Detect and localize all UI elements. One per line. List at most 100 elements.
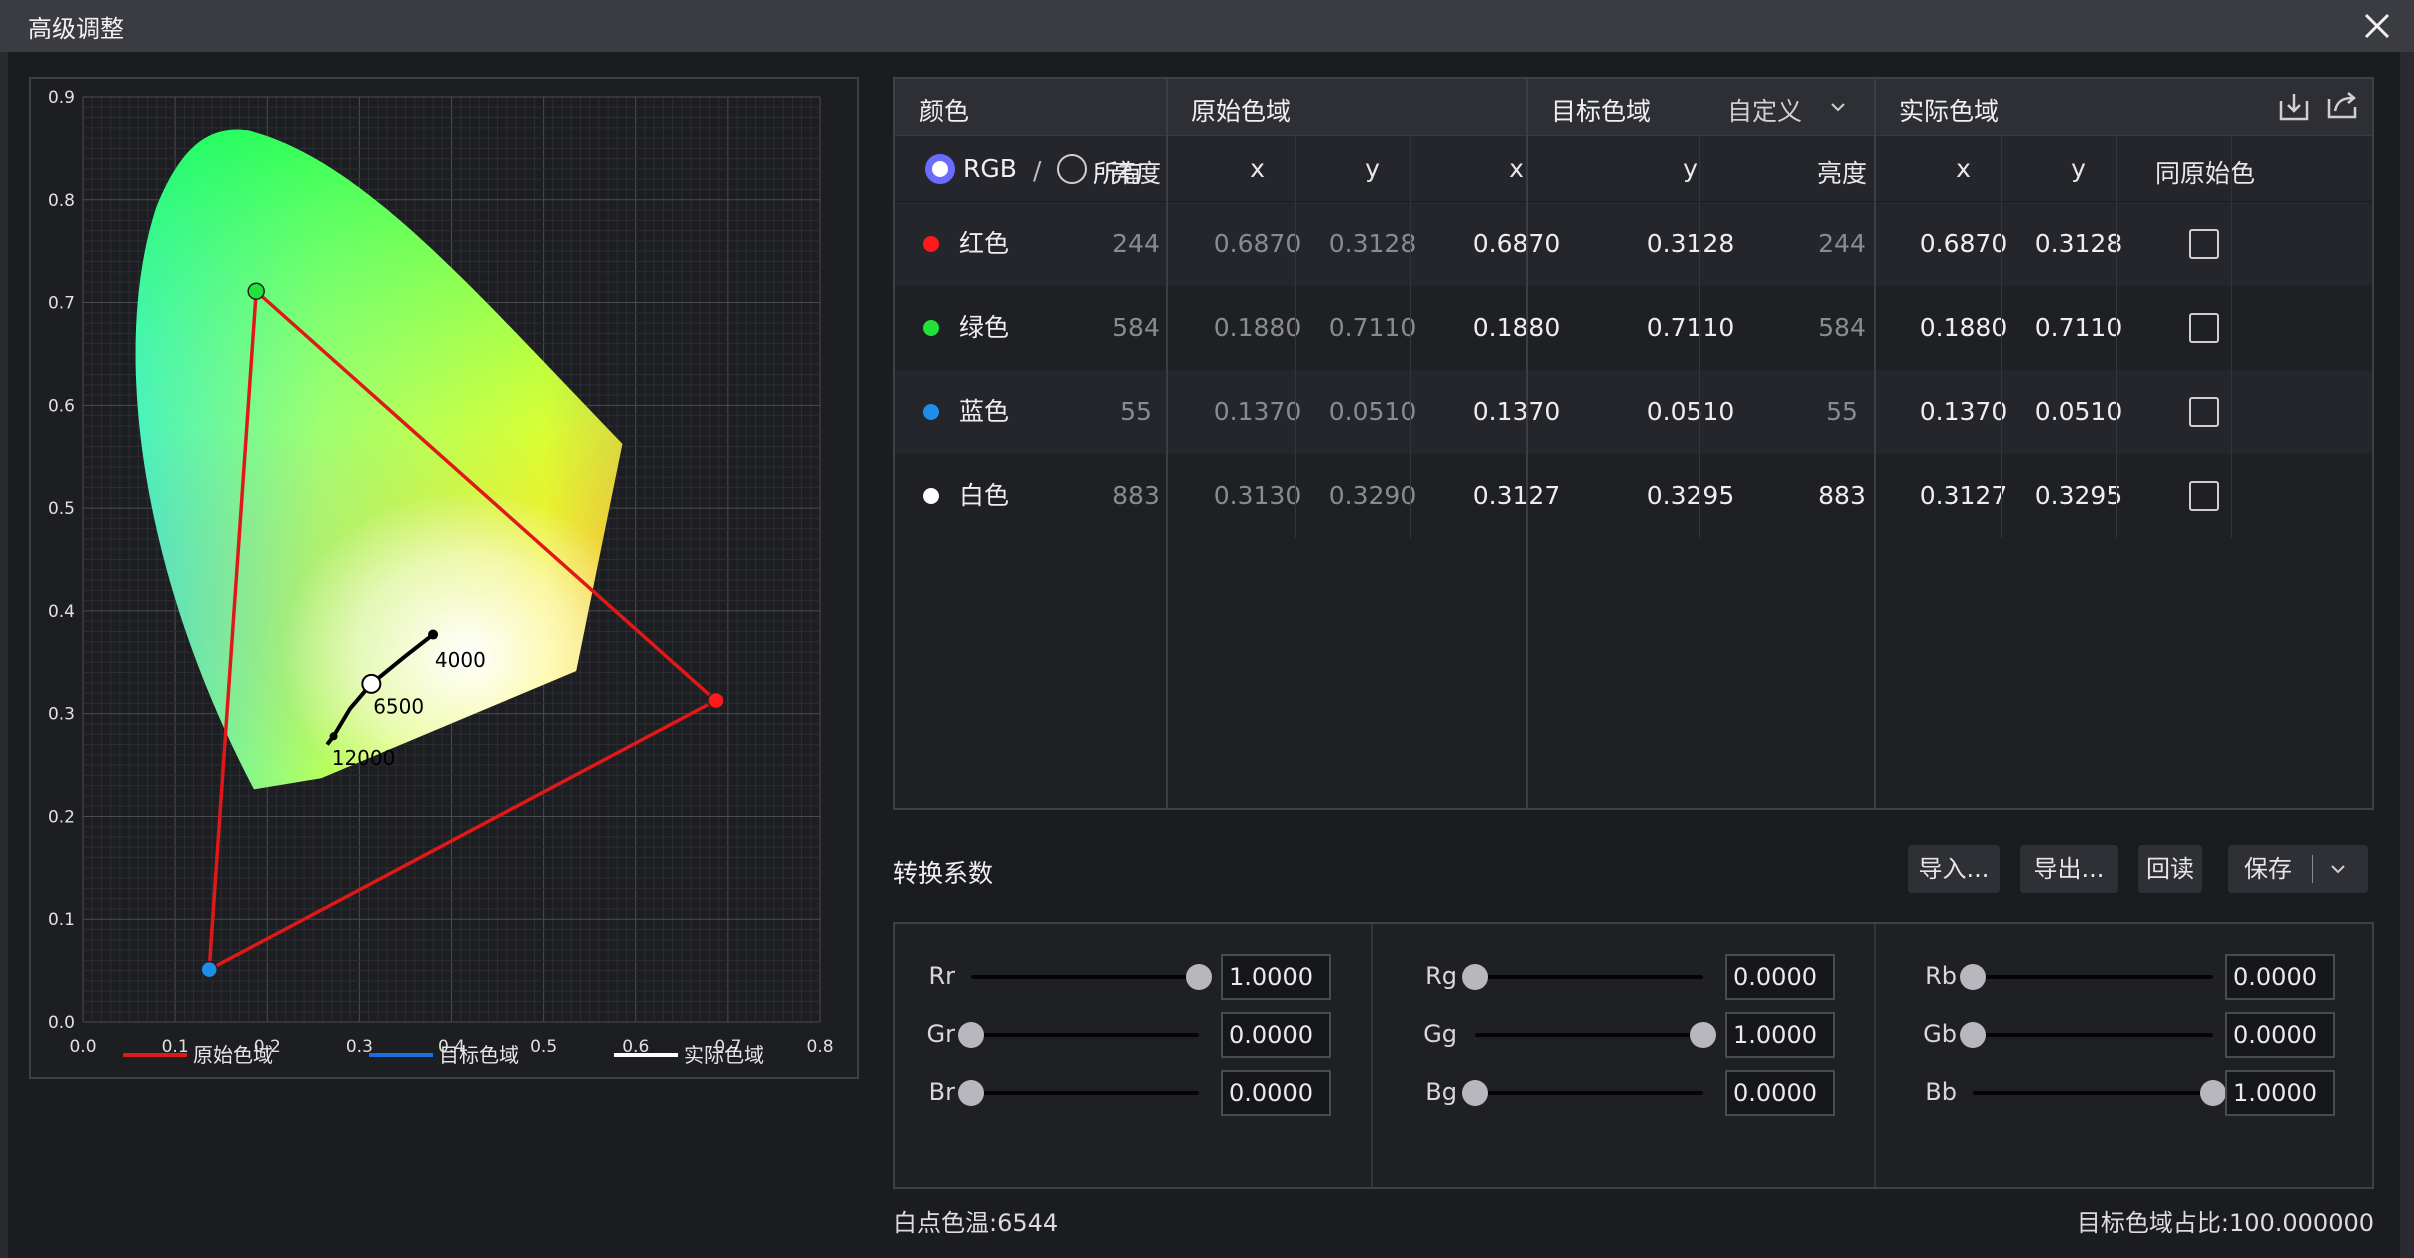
y-tick-label: 0.6	[48, 396, 75, 416]
row-name: 绿色	[959, 313, 1010, 342]
legend-label: 原始色域	[193, 1043, 273, 1067]
coefficient-input-gr[interactable]: 0.0000	[1221, 1012, 1331, 1058]
cell-actual-x: 0.1880	[1919, 313, 2008, 342]
blue-dot-icon	[923, 404, 939, 420]
y-tick-label: 0.9	[48, 88, 75, 108]
cie-diagram-panel: 0.0 0.1 0.2 0.3 0.4 0.5 0.6 0.7 0.8 0.0 0.1 0.2 0.3…	[29, 77, 859, 1079]
slider-handle[interactable]	[1462, 964, 1488, 990]
table-row[interactable]: 蓝色 55 0.1370 0.0510 0.1370 0.0510 55 0.1…	[895, 370, 2372, 454]
coefficient-input-br[interactable]: 0.0000	[1221, 1070, 1331, 1116]
coefficient-input-gb[interactable]: 0.0000	[2225, 1012, 2335, 1058]
column-divider	[1874, 924, 1876, 1187]
import-icon[interactable]	[2277, 91, 2311, 123]
legend-label: 目标色域	[439, 1043, 519, 1067]
cct-label: 12000	[332, 746, 396, 770]
column-divider	[1410, 136, 1411, 538]
slider-handle[interactable]	[1462, 1080, 1488, 1106]
cell-orig-x: 0.1370	[1213, 397, 1302, 426]
coefficient-input-rb[interactable]: 0.0000	[2225, 954, 2335, 1000]
coefficient-input-rg[interactable]: 0.0000	[1725, 954, 1835, 1000]
readback-button[interactable]: 回读	[2138, 845, 2202, 893]
coefficient-input-gg[interactable]: 1.0000	[1725, 1012, 1835, 1058]
coefficient-slider-rg[interactable]	[1475, 975, 1703, 979]
y-axis-ticks: 0.0 0.1 0.2 0.3 0.4 0.5 0.6 0.7 0.8 0.9	[48, 88, 75, 1033]
cell-orig-y: 0.7110	[1328, 313, 1417, 342]
cell-orig-y: 0.3290	[1328, 481, 1417, 510]
cell-target-x[interactable]: 0.3127	[1430, 454, 1603, 538]
chevron-down-icon[interactable]	[2328, 861, 2348, 877]
primary-vertex-marker[interactable]	[707, 691, 725, 710]
slider-handle[interactable]	[1960, 1022, 1986, 1048]
coefficient-label-bg: Bg	[1425, 1078, 1457, 1106]
slider-handle[interactable]	[958, 1080, 984, 1106]
coefficient-slider-gg[interactable]	[1475, 1033, 1703, 1037]
primary-vertex-marker[interactable]	[200, 960, 218, 979]
cell-orig-x: 0.3130	[1213, 481, 1302, 510]
y-tick-label: 0.1	[48, 910, 75, 930]
cct-4000-marker	[428, 629, 439, 640]
table-row[interactable]: 白色 883 0.3130 0.3290 0.3127 0.3295 883 0…	[895, 454, 2372, 538]
cell-actual-y: 0.7110	[2034, 313, 2123, 342]
slider-handle[interactable]	[958, 1022, 984, 1048]
column-divider	[1371, 924, 1373, 1187]
table-row[interactable]: 绿色 584 0.1880 0.7110 0.1880 0.7110 584 0…	[895, 286, 2372, 370]
table-row[interactable]: 红色 244 0.6870 0.3128 0.6870 0.3128 244 0…	[895, 202, 2372, 286]
cell-orig-luminance: 244	[1112, 229, 1160, 258]
cell-target-x[interactable]: 0.1880	[1430, 286, 1603, 370]
cell-actual-luminance: 883	[1818, 481, 1866, 510]
slider-handle[interactable]	[1690, 1022, 1716, 1048]
coefficient-slider-br[interactable]	[971, 1091, 1199, 1095]
coefficient-label-gb: Gb	[1923, 1020, 1957, 1048]
cell-target-y[interactable]: 0.0510	[1603, 370, 1778, 454]
coefficient-label-rg: Rg	[1425, 962, 1457, 990]
coefficient-slider-rb[interactable]	[1973, 975, 2213, 979]
export-icon[interactable]	[2325, 89, 2359, 121]
white-point-marker[interactable]	[361, 673, 382, 694]
sub-target-y: y	[1683, 154, 1698, 183]
coefficient-slider-rr[interactable]	[971, 975, 1199, 979]
coefficient-input-bg[interactable]: 0.0000	[1725, 1070, 1835, 1116]
cell-actual-y: 0.0510	[2034, 397, 2123, 426]
green-dot-icon	[923, 320, 939, 336]
same-as-original-checkbox[interactable]	[2189, 481, 2219, 511]
same-as-original-checkbox[interactable]	[2189, 229, 2219, 259]
cell-actual-x: 0.3127	[1919, 481, 2008, 510]
column-divider	[1295, 136, 1296, 538]
same-as-original-checkbox[interactable]	[2189, 313, 2219, 343]
coefficient-label-gr: Gr	[926, 1020, 955, 1048]
slider-handle[interactable]	[1960, 964, 1986, 990]
column-divider	[1166, 79, 1168, 808]
import-button[interactable]: 导入...	[1908, 845, 2000, 893]
coefficient-input-rr[interactable]: 1.0000	[1221, 954, 1331, 1000]
cell-target-y[interactable]: 0.3128	[1603, 202, 1778, 286]
coefficient-label-bb: Bb	[1925, 1078, 1957, 1106]
cell-actual-luminance: 244	[1818, 229, 1866, 258]
cell-target-x[interactable]: 0.6870	[1430, 202, 1603, 286]
coefficient-slider-bb[interactable]	[1973, 1091, 2213, 1095]
export-button[interactable]: 导出...	[2020, 845, 2118, 893]
close-icon[interactable]	[2360, 9, 2394, 43]
cell-target-y[interactable]: 0.7110	[1603, 286, 1778, 370]
cell-actual-x: 0.1370	[1919, 397, 2008, 426]
target-mode-dropdown[interactable]: 自定义	[1727, 92, 1802, 128]
header-color: 颜色	[919, 97, 970, 126]
column-divider	[1699, 136, 1700, 538]
chevron-down-icon[interactable]	[1828, 99, 1848, 115]
coefficient-slider-gr[interactable]	[971, 1033, 1199, 1037]
same-as-original-checkbox[interactable]	[2189, 397, 2219, 427]
rgb-radio[interactable]	[925, 154, 955, 184]
coefficient-slider-bg[interactable]	[1475, 1091, 1703, 1095]
sub-actual-y: y	[2071, 154, 2086, 183]
row-name: 蓝色	[959, 397, 1010, 426]
save-button[interactable]: 保存	[2228, 845, 2368, 893]
coefficient-input-bb[interactable]: 1.0000	[2225, 1070, 2335, 1116]
slider-handle[interactable]	[1186, 964, 1212, 990]
primary-vertex-marker[interactable]	[247, 282, 265, 300]
red-dot-icon	[923, 236, 939, 252]
coefficient-slider-gb[interactable]	[1973, 1033, 2213, 1037]
y-tick-label: 0.3	[48, 705, 75, 725]
cell-target-y[interactable]: 0.3295	[1603, 454, 1778, 538]
cell-target-x[interactable]: 0.1370	[1430, 370, 1603, 454]
slider-handle[interactable]	[2200, 1080, 2226, 1106]
filter-separator: /	[1033, 156, 1042, 185]
